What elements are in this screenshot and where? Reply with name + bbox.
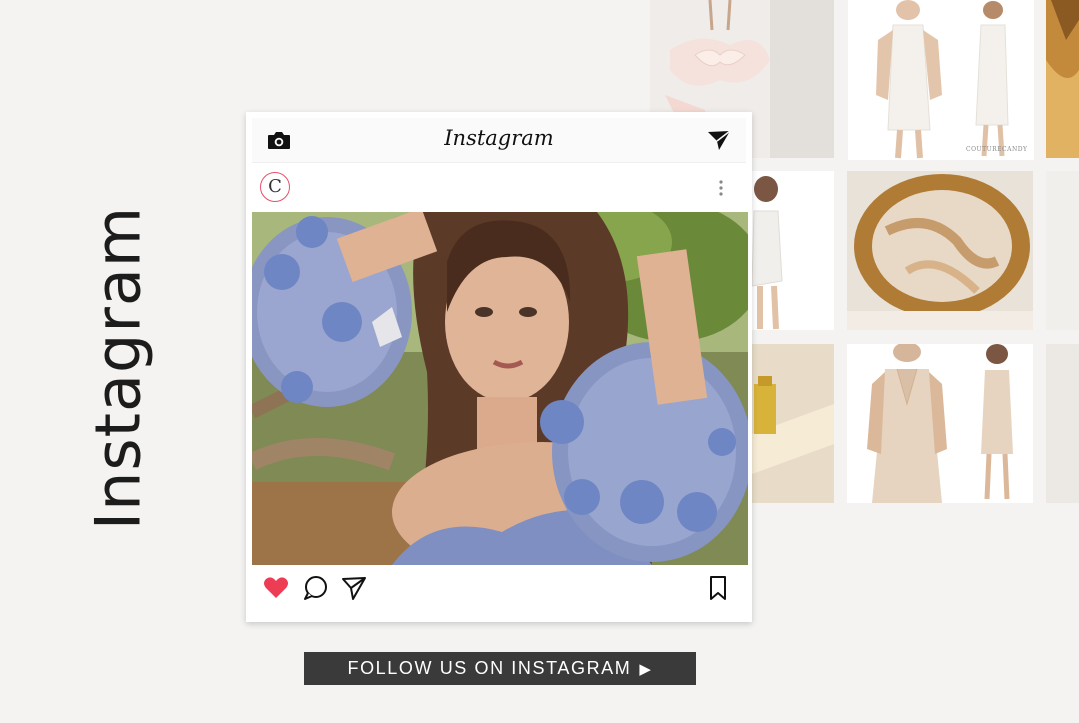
avatar[interactable]: C xyxy=(260,172,290,202)
share-icon[interactable] xyxy=(340,574,368,602)
post-header: C xyxy=(252,170,746,210)
play-arrow-icon: ▶ xyxy=(639,660,653,678)
direct-message-icon[interactable] xyxy=(706,128,732,152)
grid-photo-side-2[interactable] xyxy=(1046,344,1079,503)
follow-button-label: FOLLOW US ON INSTAGRAM xyxy=(347,658,632,678)
grid-photo-mirror[interactable] xyxy=(847,171,1033,330)
grid-photo-sequin-dress[interactable] xyxy=(847,344,1033,503)
post-action-bar xyxy=(252,570,746,610)
more-options-icon[interactable] xyxy=(716,178,726,198)
follow-us-button[interactable]: FOLLOW US ON INSTAGRAM ▶ xyxy=(304,652,696,685)
instagram-header: Instagram xyxy=(252,118,746,163)
post-image[interactable] xyxy=(252,212,748,565)
grid-photo-gold[interactable] xyxy=(1046,0,1079,158)
bookmark-icon[interactable] xyxy=(704,574,732,602)
grid-photo-side[interactable] xyxy=(1046,171,1079,330)
grid-photo-white-dress[interactable]: COUTURECANDY xyxy=(848,0,1034,160)
watermark-text: COUTURECANDY xyxy=(966,146,1028,153)
heart-icon[interactable] xyxy=(262,574,290,602)
grid-photo-perfume[interactable] xyxy=(752,344,834,503)
instagram-post-card: Instagram C xyxy=(246,112,752,622)
comment-icon[interactable] xyxy=(302,574,330,602)
grid-photo-model-white[interactable] xyxy=(752,171,834,330)
section-title: Instagram xyxy=(81,205,155,531)
instagram-logo: Instagram xyxy=(444,126,554,150)
